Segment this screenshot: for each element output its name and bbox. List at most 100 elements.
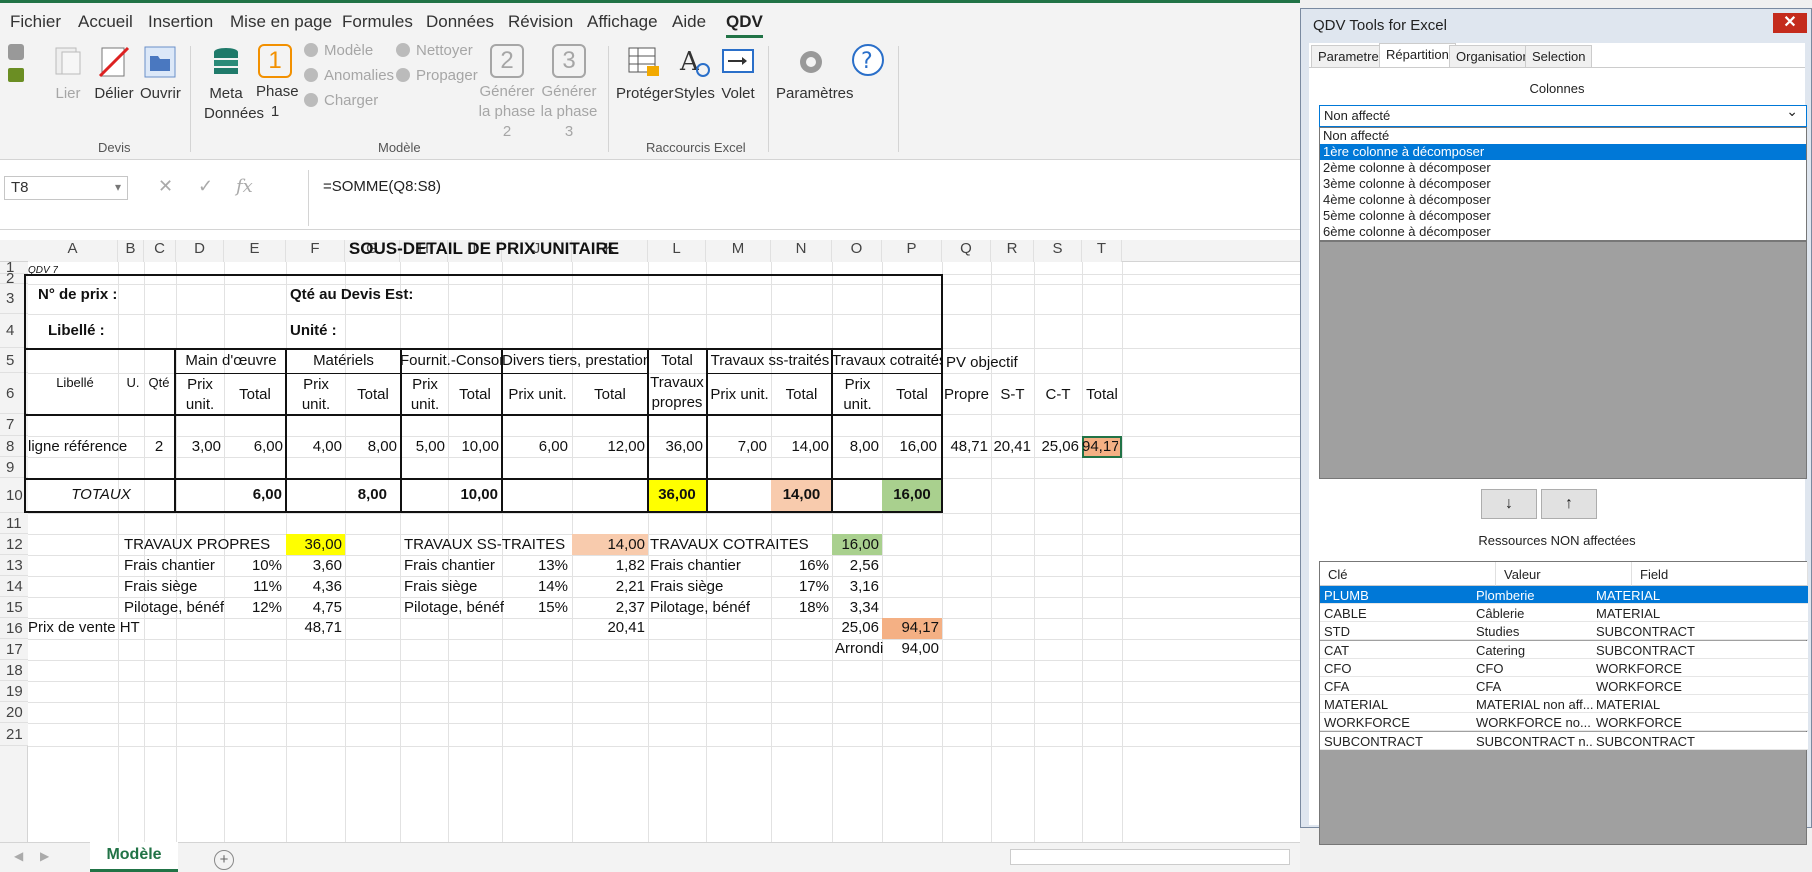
row8-cell[interactable]: 14,00 [771, 436, 829, 458]
row-header-15[interactable]: 15 [0, 597, 28, 618]
column-header-t[interactable]: T [1082, 240, 1122, 262]
row-header-17[interactable]: 17 [0, 639, 28, 660]
column-header-a[interactable]: A [28, 240, 118, 262]
delier-button[interactable]: Délier [94, 44, 134, 104]
proteger-button[interactable]: Protéger [616, 44, 674, 104]
table-row[interactable]: CABLE Câblerie MATERIAL [1320, 604, 1808, 623]
dropdown-option[interactable]: 1ère colonne à décomposer [1320, 144, 1806, 160]
row8-cell[interactable]: 3,00 [176, 436, 221, 458]
add-sheet-button[interactable]: + [214, 850, 234, 870]
row8-cell[interactable]: 2 [144, 436, 174, 458]
spreadsheet-grid[interactable]: ABCDEFGHIJKLMNOPQRST 1 2 3 4 5 6 7 8 9 10 11 12 13 14… [0, 230, 1300, 842]
column-header-p[interactable]: P [882, 240, 942, 262]
sheet-tab-modele[interactable]: Modèle [90, 842, 178, 872]
affected-resources-list[interactable] [1319, 241, 1807, 479]
header-field[interactable]: Field [1632, 562, 1808, 586]
row8-cell[interactable]: 5,00 [400, 436, 445, 458]
column-header-n[interactable]: N [771, 240, 832, 262]
tab-qdv[interactable]: QDV [726, 12, 763, 38]
row8-cell[interactable]: 12,00 [572, 436, 645, 458]
tab-formules[interactable]: Formules [342, 12, 413, 32]
row-header-12[interactable]: 12 [0, 534, 28, 555]
dropdown-option[interactable]: 6ème colonne à décomposer [1320, 224, 1806, 240]
colonnes-select[interactable]: Non affecté [1319, 103, 1807, 127]
table-row[interactable]: SUBCONTRACT SUBCONTRACT n... SUBCONTRACT [1320, 731, 1808, 750]
row8-cell[interactable]: 4,00 [286, 436, 342, 458]
column-header-b[interactable]: B [118, 240, 144, 262]
table-row[interactable]: CFO CFO WORKFORCE [1320, 658, 1808, 677]
row-header-19[interactable]: 19 [0, 681, 28, 702]
tab-aide[interactable]: Aide [672, 12, 706, 32]
row8-cell[interactable]: 8,00 [832, 436, 879, 458]
lier-button[interactable]: Lier [50, 44, 86, 104]
resources-table[interactable]: Clé Valeur Field PLUMB Plomberie MATERIAL C… [1319, 561, 1808, 845]
row8-cell[interactable]: 7,00 [706, 436, 767, 458]
table-row[interactable]: MATERIAL MATERIAL non aff... MATERIAL [1320, 695, 1808, 714]
table-row[interactable]: CAT Catering SUBCONTRACT [1320, 640, 1808, 659]
app-icon[interactable] [8, 68, 24, 82]
row8-cell[interactable]: 6,00 [502, 436, 568, 458]
row8-cell[interactable]: 6,00 [224, 436, 283, 458]
horizontal-scrollbar[interactable] [1010, 849, 1290, 865]
cancel-icon[interactable]: ✕ [158, 176, 173, 197]
styles-button[interactable]: A Styles [674, 44, 715, 104]
parametres-button[interactable]: Paramètres [776, 44, 854, 104]
table-row[interactable]: WORKFORCE WORKFORCE no... WORKFORCE [1320, 713, 1808, 732]
column-header-s[interactable]: S [1034, 240, 1082, 262]
row8-cell[interactable]: 16,00 [882, 436, 937, 458]
column-header-d[interactable]: D [176, 240, 224, 262]
tab-accueil[interactable]: Accueil [78, 12, 133, 32]
column-header-m[interactable]: M [706, 240, 771, 262]
dropdown-option[interactable]: 3ème colonne à décomposer [1320, 176, 1806, 192]
phase1-button[interactable]: 1 Phase 1 [256, 44, 299, 122]
dropdown-option[interactable]: 4ème colonne à décomposer [1320, 192, 1806, 208]
meta-donnees-button[interactable]: Meta Données [204, 44, 264, 124]
table-row[interactable]: CFA CFA WORKFORCE [1320, 677, 1808, 695]
row8-cell[interactable]: ligne référence [28, 436, 148, 458]
table-row[interactable]: STD Studies SUBCONTRACT [1320, 622, 1808, 641]
name-box[interactable]: T8 [4, 176, 128, 200]
tab-fichier[interactable]: Fichier [10, 12, 61, 32]
row-header-11[interactable]: 11 [0, 513, 28, 534]
volet-button[interactable]: Volet [718, 44, 758, 104]
dropdown-option[interactable]: 2ème colonne à décomposer [1320, 160, 1806, 176]
nettoyer-button[interactable]: Nettoyer [396, 42, 473, 59]
row-header-20[interactable]: 20 [0, 702, 28, 723]
row8-cell[interactable]: 48,71 [942, 436, 988, 458]
insert-function-icon[interactable]: fx [236, 176, 253, 197]
move-down-button[interactable]: ↓ [1481, 489, 1537, 519]
tab-organisation[interactable]: Organisation [1449, 45, 1537, 67]
help-button[interactable]: ? [850, 42, 886, 82]
modele-button[interactable]: Modèle [304, 42, 373, 59]
link-icon[interactable] [8, 44, 24, 60]
generer-phase3-button[interactable]: 3 Générer la phase 3 [538, 44, 600, 142]
move-up-button[interactable]: ↑ [1541, 489, 1597, 519]
row-header-1[interactable]: 1 [0, 260, 28, 275]
generer-phase2-button[interactable]: 2 Générer la phase 2 [476, 44, 538, 142]
ouvrir-button[interactable]: Ouvrir [140, 44, 181, 104]
scroll-left-icon[interactable]: ◀ [14, 849, 23, 863]
row8-cell[interactable]: 94,17 [1082, 436, 1118, 458]
header-valeur[interactable]: Valeur [1496, 562, 1632, 586]
tab-donnees[interactable]: Données [426, 12, 494, 32]
table-row[interactable]: PLUMB Plomberie MATERIAL [1320, 586, 1808, 604]
column-header-r[interactable]: R [991, 240, 1034, 262]
row8-cell[interactable]: 36,00 [648, 436, 703, 458]
column-header-q[interactable]: Q [942, 240, 991, 262]
column-header-c[interactable]: C [144, 240, 176, 262]
row-header-18[interactable]: 18 [0, 660, 28, 681]
row8-cell[interactable]: 20,41 [991, 436, 1031, 458]
row8-cell[interactable]: 10,00 [448, 436, 499, 458]
tab-revision[interactable]: Révision [508, 12, 573, 32]
close-button[interactable]: ✕ [1773, 13, 1807, 33]
row8-cell[interactable]: 25,06 [1034, 436, 1079, 458]
row-header-21[interactable]: 21 [0, 723, 28, 746]
tab-mise-en-page[interactable]: Mise en page [230, 12, 332, 32]
tab-selection[interactable]: Selection [1525, 45, 1593, 67]
dropdown-option[interactable]: 5ème colonne à décomposer [1320, 208, 1806, 224]
propager-button[interactable]: Propager [396, 67, 478, 84]
header-cle[interactable]: Clé [1320, 562, 1496, 586]
confirm-icon[interactable]: ✓ [198, 176, 213, 197]
column-header-e[interactable]: E [224, 240, 286, 262]
scroll-right-icon[interactable]: ▶ [40, 849, 49, 863]
